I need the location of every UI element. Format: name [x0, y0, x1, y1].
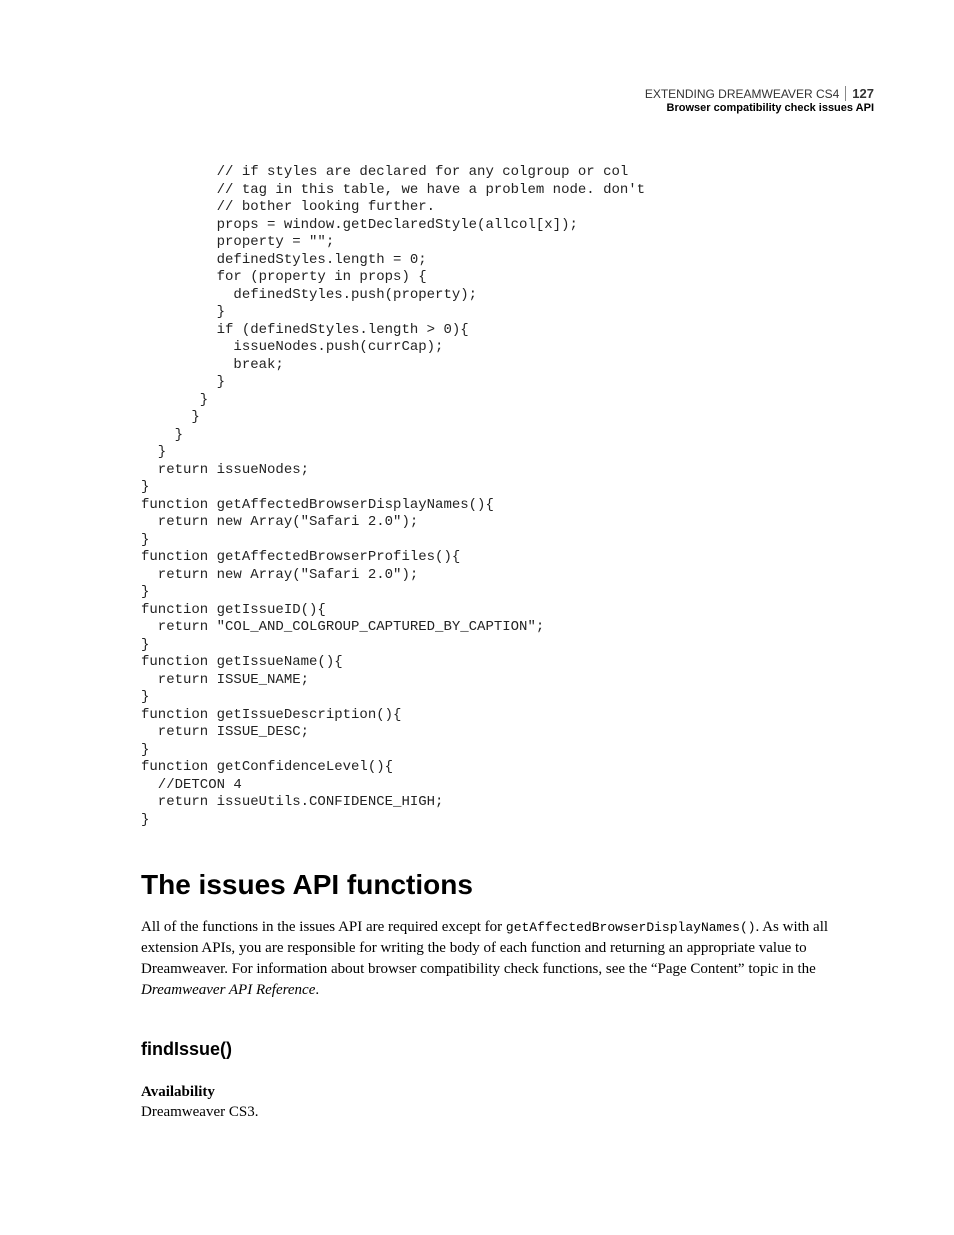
availability-value: Dreamweaver CS3.	[141, 1104, 874, 1121]
header-chapter: Browser compatibility check issues API	[141, 102, 874, 114]
intro-text-end: .	[315, 982, 319, 998]
section-intro-paragraph: All of the functions in the issues API a…	[141, 917, 874, 1001]
subsection-heading: findIssue()	[141, 1039, 874, 1060]
section-heading: The issues API functions	[141, 869, 874, 901]
code-block: // if styles are declared for any colgro…	[141, 164, 874, 829]
header-product: EXTENDING DREAMWEAVER CS4	[645, 87, 839, 101]
intro-code-fn: getAffectedBrowserDisplayNames()	[506, 920, 756, 935]
intro-text-emph: Dreamweaver API Reference	[141, 982, 315, 998]
availability-label: Availability	[141, 1084, 874, 1101]
running-header: EXTENDING DREAMWEAVER CS4 127 Browser com…	[141, 86, 874, 114]
page-number: 127	[845, 86, 874, 101]
intro-text-pre: All of the functions in the issues API a…	[141, 919, 506, 935]
